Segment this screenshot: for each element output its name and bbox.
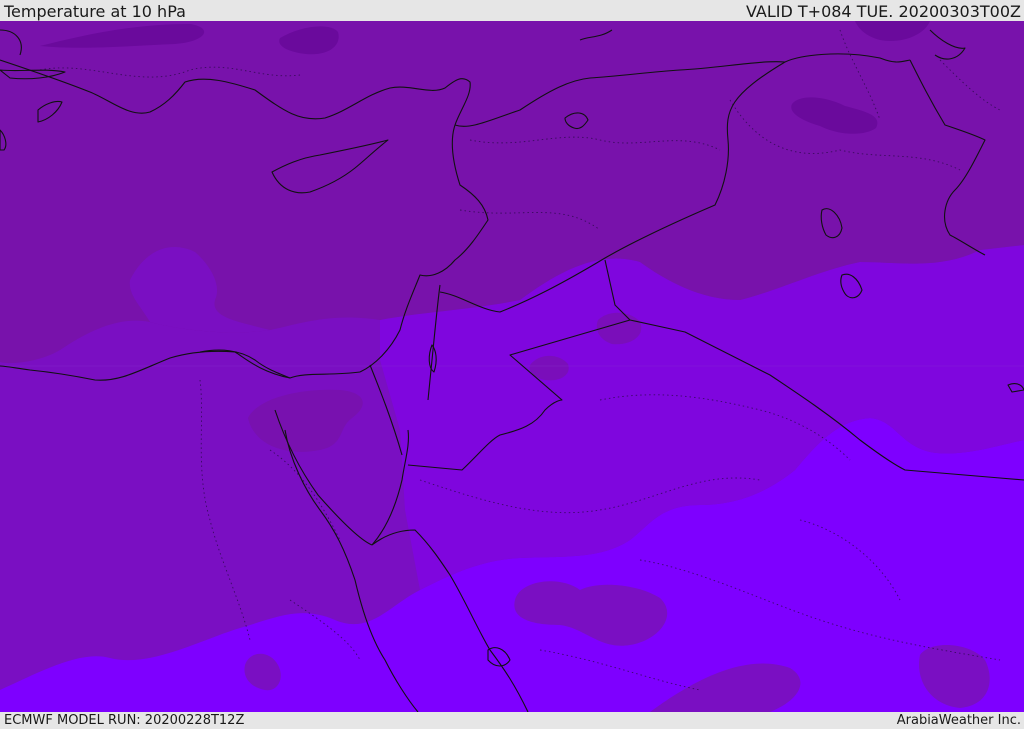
credit-label: ArabiaWeather Inc.	[896, 713, 1021, 728]
model-run-label: ECMWF MODEL RUN: 20200228T12Z	[4, 713, 245, 728]
valid-time-label: VALID T+084 TUE. 20200303T00Z	[745, 2, 1021, 21]
footer-bar: ECMWF MODEL RUN: 20200228T12Z ArabiaWeat…	[0, 712, 1024, 729]
temperature-map[interactable]	[0, 21, 1024, 712]
header-bar: Temperature at 10 hPa VALID T+084 TUE. 2…	[0, 0, 1024, 21]
map-title: Temperature at 10 hPa	[4, 2, 186, 21]
